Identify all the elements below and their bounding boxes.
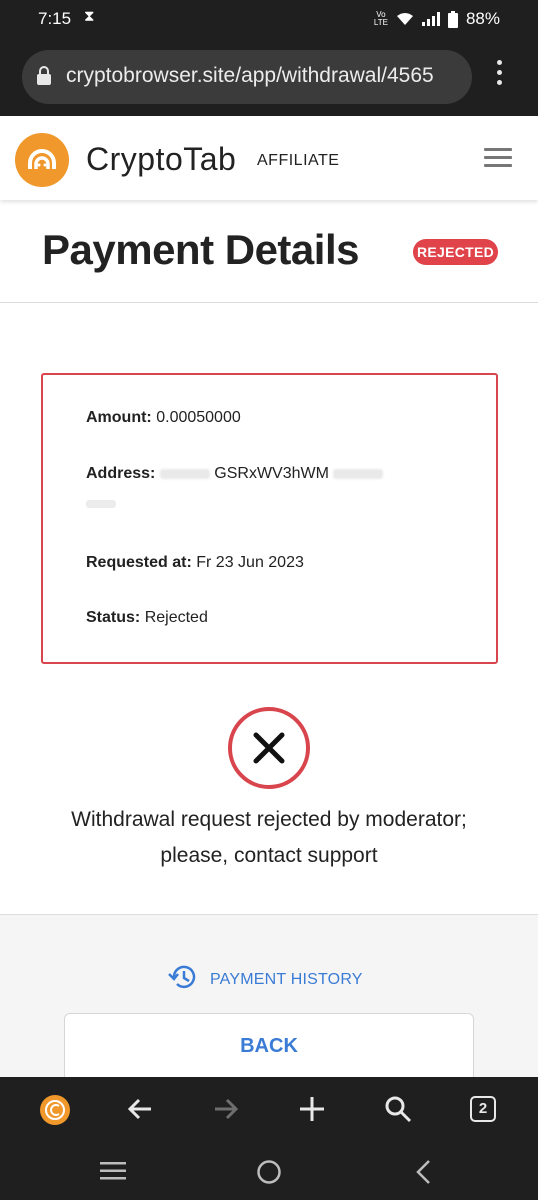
- volte-indicator: Vo LTE: [373, 10, 388, 27]
- browser-bottom-toolbar: 2: [0, 1077, 538, 1143]
- status-value: Rejected: [144, 609, 208, 626]
- address-value: GSRxWV3hWM: [214, 465, 329, 482]
- site-header: CryptoTab AFFILIATE: [0, 116, 538, 200]
- amount-row: Amount: 0.00050000: [86, 409, 241, 427]
- status-time: 7:15: [38, 9, 72, 28]
- status-bar: 7:15 ⧗ Vo LTE 88%: [0, 0, 538, 38]
- hourglass-icon: ⧗: [84, 8, 95, 25]
- rejection-message-line2: please, contact support: [160, 844, 378, 867]
- actions-section: PAYMENT HISTORY BACK: [0, 914, 538, 1083]
- requested-value: Fr 23 Jun 2023: [196, 554, 304, 571]
- requested-row: Requested at: Fr 23 Jun 2023: [86, 554, 304, 572]
- status-indicators: Vo LTE 88%: [374, 9, 500, 29]
- cryptotab-logo-icon[interactable]: [15, 133, 69, 187]
- status-label: Status:: [86, 609, 141, 626]
- tab-switcher-button[interactable]: 2: [470, 1096, 496, 1122]
- nav-back-icon[interactable]: [414, 1159, 432, 1190]
- recent-apps-icon[interactable]: [100, 1161, 126, 1186]
- redacted-address-part: [86, 500, 116, 508]
- search-icon[interactable]: [384, 1095, 412, 1128]
- address-label: Address:: [86, 465, 156, 482]
- status-row: Status: Rejected: [86, 609, 208, 627]
- amount-value: 0.00050000: [156, 409, 241, 426]
- payment-details-card: Amount: 0.00050000 Address: GSRxWV3hWM R…: [41, 373, 498, 664]
- requested-label: Requested at:: [86, 554, 192, 571]
- hamburger-menu-icon[interactable]: [484, 148, 512, 168]
- status-badge: REJECTED: [413, 239, 498, 265]
- address-row: Address: GSRxWV3hWM: [86, 465, 384, 483]
- browser-toolbar: cryptobrowser.site/app/withdrawal/4565: [0, 38, 538, 116]
- redacted-address-part: [159, 468, 210, 479]
- rejection-message: Withdrawal request rejected by moderator…: [40, 802, 498, 874]
- battery-icon: [447, 10, 458, 28]
- forward-arrow-icon[interactable]: [212, 1095, 240, 1128]
- redacted-address-part: [333, 468, 384, 479]
- lock-icon: [36, 66, 52, 91]
- android-nav-bar: [0, 1143, 538, 1200]
- address-bar[interactable]: cryptobrowser.site/app/withdrawal/4565: [22, 50, 472, 104]
- wifi-icon: [396, 12, 414, 26]
- back-button[interactable]: BACK: [64, 1013, 474, 1083]
- page-title: Payment Details: [42, 226, 359, 273]
- payment-history-link[interactable]: PAYMENT HISTORY: [168, 963, 363, 996]
- back-arrow-icon[interactable]: [126, 1095, 154, 1128]
- home-icon[interactable]: [256, 1159, 282, 1190]
- battery-percent: 88%: [465, 9, 500, 28]
- payment-history-label: PAYMENT HISTORY: [210, 970, 363, 988]
- signal-icon: [421, 12, 440, 26]
- cryptotab-home-icon[interactable]: [40, 1095, 70, 1125]
- rejected-x-icon: [228, 707, 310, 789]
- divider: [0, 302, 538, 303]
- browser-menu-icon[interactable]: [492, 60, 506, 96]
- brand-subtitle: AFFILIATE: [257, 152, 340, 169]
- rejection-message-line1: Withdrawal request rejected by moderator…: [71, 808, 467, 831]
- url-text: cryptobrowser.site/app/withdrawal/4565: [66, 64, 434, 87]
- history-icon: [168, 963, 198, 996]
- brand-name[interactable]: CryptoTab: [86, 141, 236, 178]
- amount-label: Amount:: [86, 409, 152, 426]
- new-tab-plus-icon[interactable]: [298, 1095, 326, 1128]
